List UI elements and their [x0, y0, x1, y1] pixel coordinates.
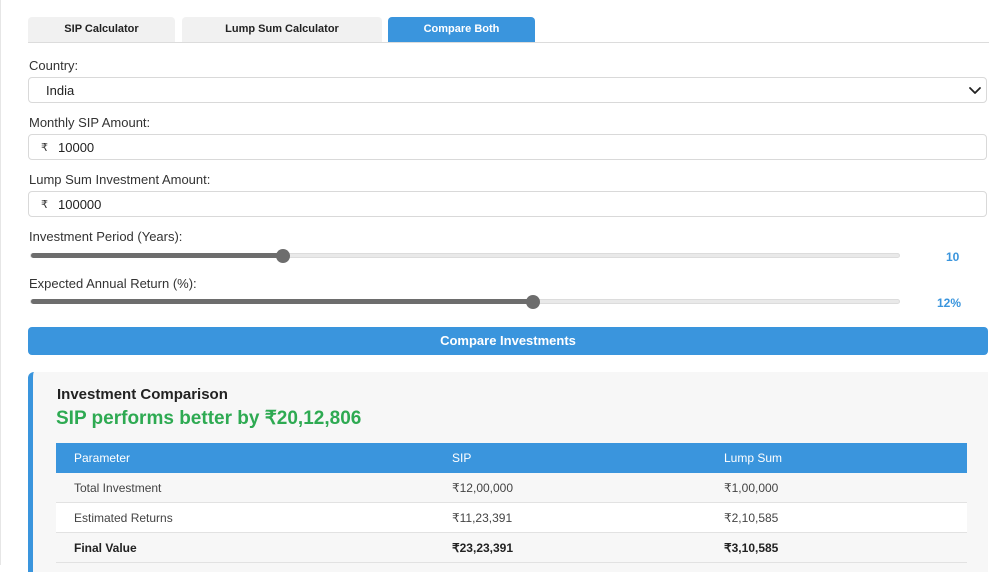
return-slider[interactable] [30, 295, 900, 309]
sip-amount-value: 10000 [58, 140, 95, 155]
header-lump-sum: Lump Sum [706, 443, 967, 473]
tab-bar: SIP Calculator Lump Sum Calculator Compa… [28, 17, 989, 43]
comparison-table: Parameter SIP Lump Sum Total Investment … [56, 443, 967, 563]
period-slider-fill [31, 253, 283, 258]
header-parameter: Parameter [56, 443, 434, 473]
tab-lump-sum-calculator[interactable]: Lump Sum Calculator [182, 17, 382, 42]
calculator-panel: SIP Calculator Lump Sum Calculator Compa… [0, 0, 1005, 572]
lumpsum-amount-input[interactable]: ₹ 100000 [28, 191, 987, 217]
return-slider-thumb[interactable] [525, 295, 540, 309]
table-cell: ₹11,23,391 [434, 502, 706, 533]
comparison-results: Investment Comparison SIP performs bette… [28, 372, 988, 572]
table-cell: ₹1,00,000 [706, 473, 967, 503]
return-value: 12% [937, 296, 962, 310]
table-cell: ₹12,00,000 [434, 473, 706, 503]
return-slider-fill [31, 299, 533, 304]
compare-investments-button[interactable]: Compare Investments [28, 327, 988, 355]
table-cell: Final Value [56, 532, 434, 563]
period-value: 10 [946, 250, 960, 264]
country-select[interactable]: India [28, 77, 987, 103]
table-header-row: Parameter SIP Lump Sum [56, 443, 967, 473]
table-cell: ₹23,23,391 [434, 532, 706, 563]
header-sip: SIP [434, 443, 706, 473]
chevron-down-icon [969, 87, 981, 94]
return-label: Expected Annual Return (%): [29, 276, 197, 291]
period-slider[interactable] [30, 249, 900, 263]
sip-amount-input[interactable]: ₹ 10000 [28, 134, 987, 160]
table-row: Final Value ₹23,23,391 ₹3,10,585 [56, 532, 967, 563]
lumpsum-amount-label: Lump Sum Investment Amount: [29, 172, 211, 187]
period-label: Investment Period (Years): [29, 229, 183, 244]
table-cell: Total Investment [56, 473, 434, 503]
sip-amount-label: Monthly SIP Amount: [29, 115, 151, 130]
period-slider-thumb[interactable] [275, 249, 290, 263]
tab-compare-both[interactable]: Compare Both [388, 17, 535, 42]
country-value: India [46, 83, 75, 98]
table-row: Estimated Returns ₹11,23,391 ₹2,10,585 [56, 502, 967, 533]
rupee-icon: ₹ [41, 142, 48, 154]
rupee-icon: ₹ [41, 199, 48, 211]
lumpsum-amount-value: 100000 [58, 197, 102, 212]
results-verdict: SIP performs better by ₹20,12,806 [56, 408, 362, 429]
tab-sip-calculator[interactable]: SIP Calculator [28, 17, 175, 42]
table-cell: Estimated Returns [56, 502, 434, 533]
table-cell: ₹3,10,585 [706, 532, 967, 563]
country-label: Country: [29, 58, 79, 73]
table-row: Total Investment ₹12,00,000 ₹1,00,000 [56, 473, 967, 503]
table-cell: ₹2,10,585 [706, 502, 967, 533]
results-title: Investment Comparison [57, 386, 228, 403]
